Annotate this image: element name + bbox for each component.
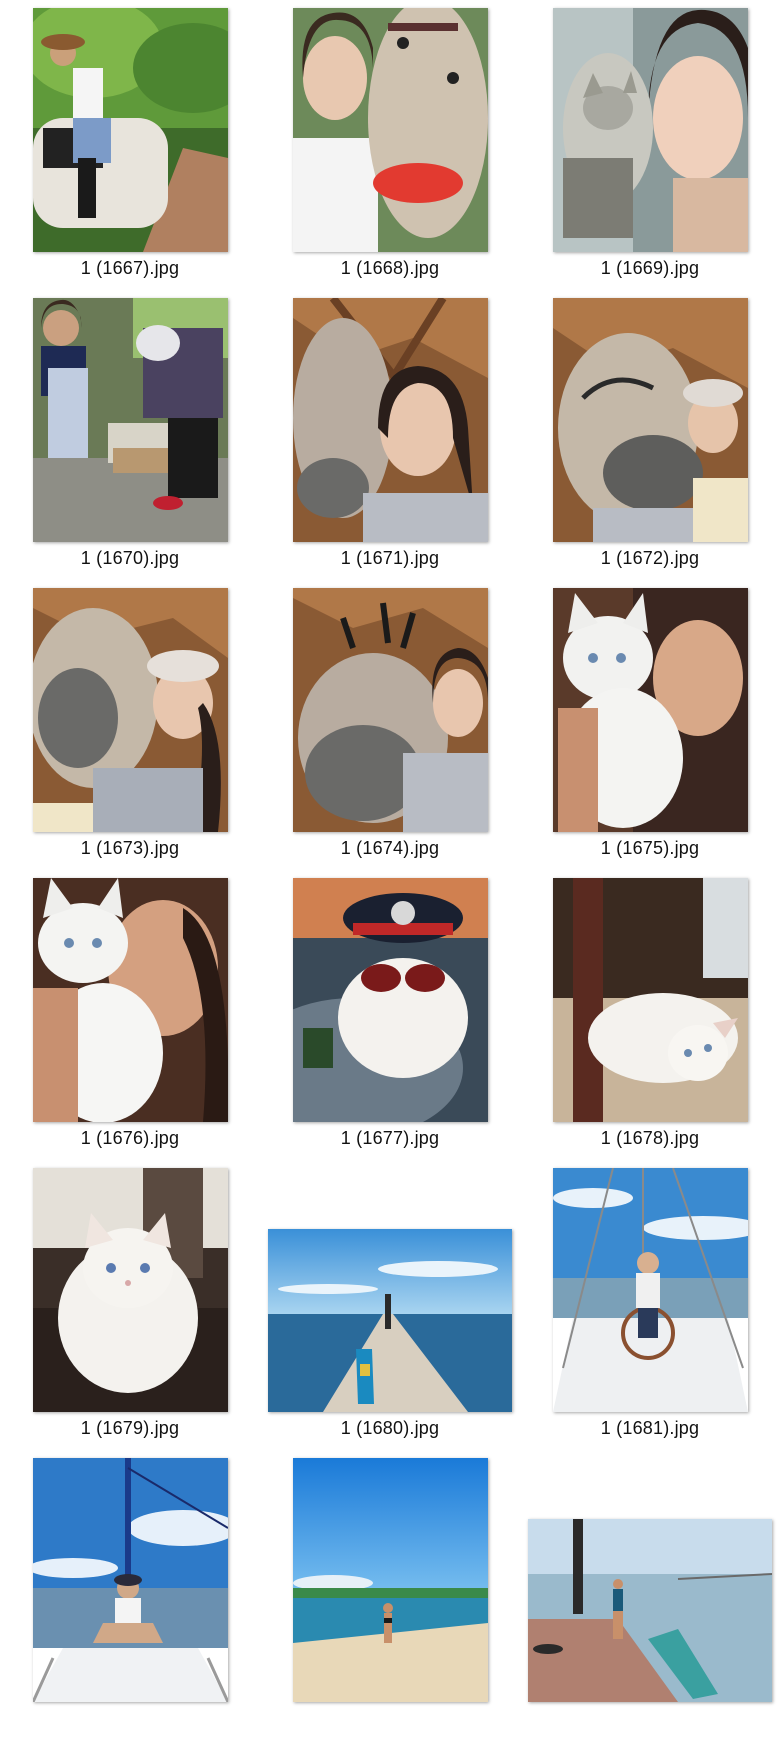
file-name: 1 (1678).jpg (600, 1128, 700, 1148)
file-name: 1 (1681).jpg (600, 1418, 700, 1438)
file-item-1670[interactable]: 1 (1670).jpg (0, 290, 260, 580)
thumbnail-image (32, 878, 228, 1122)
file-item-1671[interactable]: 1 (1671).jpg (260, 290, 520, 580)
file-item-1681[interactable]: 1 (1681).jpg (520, 1160, 780, 1450)
thumbnail-image (292, 878, 488, 1122)
file-name: 1 (1670).jpg (80, 548, 180, 568)
file-item-1676[interactable]: 1 (1676).jpg (0, 870, 260, 1160)
file-name: 1 (1668).jpg (340, 258, 440, 278)
thumbnail-image (552, 588, 748, 832)
file-item-1677[interactable]: 1 (1677).jpg (260, 870, 520, 1160)
file-name: 1 (1667).jpg (80, 258, 180, 278)
thumbnail-image (552, 1168, 748, 1412)
file-item-1678[interactable]: 1 (1678).jpg (520, 870, 780, 1160)
file-item-6-2[interactable] (260, 1450, 520, 1740)
file-item-1672[interactable]: 1 (1672).jpg (520, 290, 780, 580)
thumbnail-image (268, 1229, 512, 1412)
file-item-1680[interactable]: 1 (1680).jpg (260, 1160, 520, 1450)
file-name: 1 (1673).jpg (80, 838, 180, 858)
file-name: 1 (1676).jpg (80, 1128, 180, 1148)
thumbnail-image (292, 588, 488, 832)
file-item-6-1[interactable] (0, 1450, 260, 1740)
thumbnail-image (32, 8, 228, 252)
file-item-1679[interactable]: 1 (1679).jpg (0, 1160, 260, 1450)
thumbnail-image (292, 1458, 488, 1702)
file-name: 1 (1672).jpg (600, 548, 700, 568)
file-name: 1 (1680).jpg (340, 1418, 440, 1438)
file-name: 1 (1669).jpg (600, 258, 700, 278)
file-item-1668[interactable]: 1 (1668).jpg (260, 0, 520, 290)
thumbnail-image (32, 588, 228, 832)
file-item-1674[interactable]: 1 (1674).jpg (260, 580, 520, 870)
thumbnail-image (552, 8, 748, 252)
thumbnail-image (292, 8, 488, 252)
thumbnail-image (552, 878, 748, 1122)
thumbnail-image (32, 1458, 228, 1702)
file-item-1675[interactable]: 1 (1675).jpg (520, 580, 780, 870)
file-name: 1 (1677).jpg (340, 1128, 440, 1148)
thumbnail-grid: 1 (1667).jpg 1 (1668).jpg 1 (1669).jpg 1… (0, 0, 780, 1703)
thumbnail-image (32, 298, 228, 542)
file-item-1669[interactable]: 1 (1669).jpg (520, 0, 780, 290)
thumbnail-image (552, 298, 748, 542)
file-name: 1 (1675).jpg (600, 838, 700, 858)
thumbnail-image (32, 1168, 228, 1412)
file-name: 1 (1679).jpg (80, 1418, 180, 1438)
file-item-6-3[interactable] (520, 1450, 780, 1740)
file-name: 1 (1674).jpg (340, 838, 440, 858)
file-item-1667[interactable]: 1 (1667).jpg (0, 0, 260, 290)
file-name: 1 (1671).jpg (340, 548, 440, 568)
thumbnail-image (528, 1519, 772, 1702)
thumbnail-image (292, 298, 488, 542)
file-item-1673[interactable]: 1 (1673).jpg (0, 580, 260, 870)
